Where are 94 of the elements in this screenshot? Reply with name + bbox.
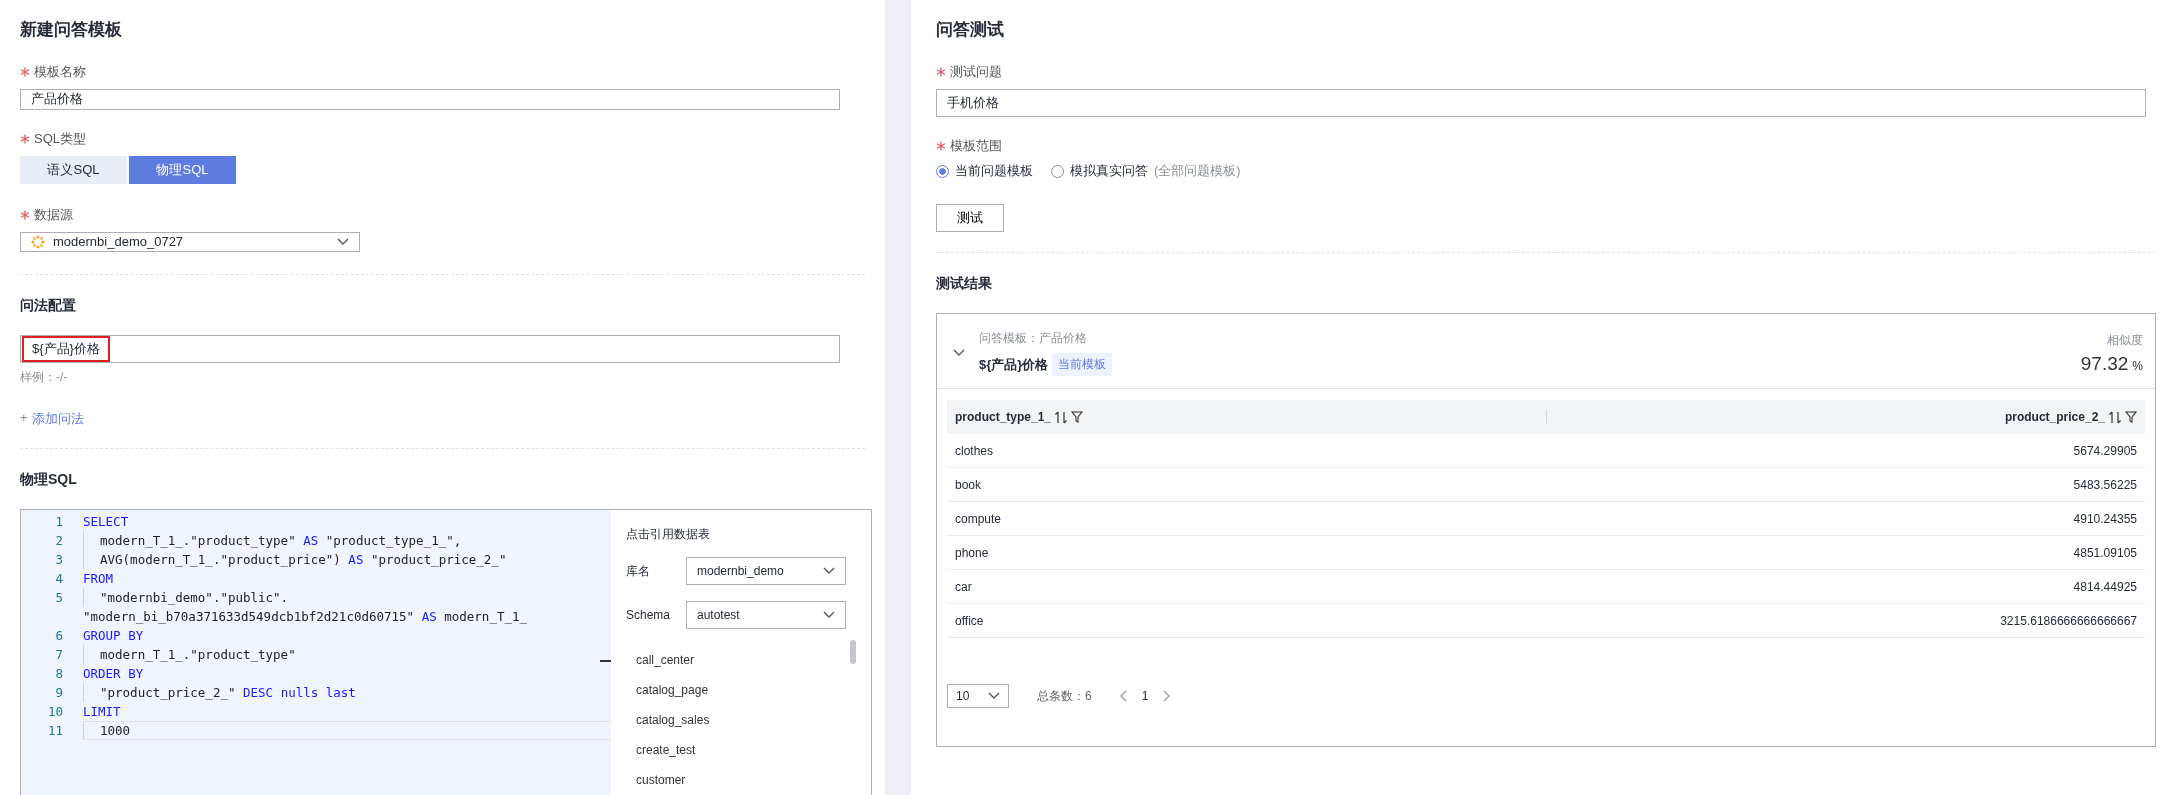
add-phrasing-link[interactable]: + 添加问法	[20, 410, 84, 428]
sort-icon[interactable]	[2108, 410, 2122, 424]
input-field[interactable]: 手机价格	[936, 89, 2146, 117]
code-line: ORDER BY	[83, 665, 145, 683]
code-line: LIMIT	[83, 703, 122, 721]
field-label: 模板范围	[950, 137, 1002, 155]
table-cell-text: compute	[954, 511, 1003, 526]
panel-title: 问答测试	[936, 19, 1004, 41]
line-number: 8	[54, 666, 64, 681]
code-line: AVG(modern_T_1_."product_price") AS "product_price_2_"	[83, 550, 611, 569]
phrase-text: ${产品}价格	[979, 355, 1049, 374]
input-field[interactable]: ${产品}价格	[20, 335, 840, 363]
segment-button[interactable]: 语义SQL	[20, 155, 127, 184]
line-number: 7	[54, 647, 64, 662]
table-cell-text: 3215.6186666666666667	[1999, 613, 2138, 628]
code-line: FROM	[83, 570, 115, 588]
test-button[interactable]: 测试	[936, 204, 1004, 232]
table-cell-text: 4814.44925	[2072, 579, 2138, 594]
segment-button[interactable]: 物理SQL	[129, 155, 236, 184]
radio-button[interactable]	[936, 165, 949, 178]
page-number[interactable]: 1	[1141, 689, 1149, 703]
similarity-value: 97.32	[2080, 352, 2129, 374]
schema-select[interactable]: autotest	[686, 601, 846, 629]
table-cell-text: phone	[954, 545, 990, 560]
column-header[interactable]: product_price_2_	[1545, 410, 2145, 424]
page-size-select[interactable]: 10	[947, 684, 1009, 708]
phrase-token: ${产品}价格	[22, 336, 110, 362]
chevron-down-icon[interactable]	[953, 349, 965, 357]
code-editor[interactable]	[21, 510, 611, 795]
section-title: 测试结果	[936, 275, 992, 293]
database-icon	[31, 234, 45, 249]
unit-text: %	[2132, 358, 2143, 373]
section-title: 物理SQL	[20, 471, 77, 489]
field-label: SQL类型	[34, 129, 86, 148]
column-header[interactable]: product_type_1_	[947, 410, 1546, 424]
database-select[interactable]: modernbi_demo	[686, 557, 846, 585]
table-list-item[interactable]: customer	[626, 765, 848, 795]
filter-icon[interactable]	[2125, 411, 2137, 423]
picker-title: 点击引用数据表	[626, 526, 711, 543]
table-cell-text: 4851.09105	[2072, 545, 2138, 560]
table-list-item[interactable]: create_test	[626, 735, 848, 765]
code-line: "product_price_2_" DESC nulls last	[83, 683, 611, 702]
line-number: 6	[54, 628, 64, 643]
field-label: Schema	[626, 608, 672, 622]
table-cell-text: clothes	[954, 443, 995, 458]
chevron-down-icon	[823, 567, 835, 575]
table-cell-text: car	[954, 579, 973, 594]
previous-page-icon[interactable]	[1119, 690, 1128, 702]
chevron-down-icon	[988, 692, 1000, 700]
table-list-item[interactable]: catalog_sales	[626, 705, 848, 735]
table-cell-text: book	[954, 477, 983, 492]
scrollbar-thumb[interactable]	[850, 640, 856, 664]
line-number: 5	[54, 590, 64, 605]
example-hint: 样例：-/-	[20, 369, 68, 386]
code-line: modern_T_1_."product_type" AS "product_type_1_",	[83, 531, 611, 550]
field-label: 模板名称	[34, 63, 86, 81]
total-count: 总条数：6	[1037, 687, 1092, 705]
radio-label[interactable]: 模拟真实问答	[1070, 163, 1148, 180]
line-number: 2	[54, 533, 64, 548]
table-list-item[interactable]: catalog_page	[626, 675, 848, 705]
code-line: 1000	[83, 721, 611, 740]
table-list-item[interactable]: call_center	[626, 645, 848, 675]
code-line: SELECT	[83, 513, 130, 531]
section-title: 问法配置	[20, 297, 76, 315]
field-label: 库名	[626, 562, 651, 580]
similarity-label: 相似度	[2106, 331, 2143, 349]
code-line: "modernbi_demo"."public".	[83, 588, 611, 607]
radio-note: (全部问题模板)	[1154, 163, 1241, 180]
table-cell-text: 5483.56225	[2072, 477, 2138, 492]
current-template-tag: 当前模板	[1052, 353, 1113, 376]
line-number: 11	[46, 723, 64, 738]
line-number: 9	[54, 685, 64, 700]
line-number: 4	[54, 571, 64, 586]
code-line: GROUP BY	[83, 627, 145, 645]
line-number: 10	[46, 704, 64, 719]
sort-icon[interactable]	[1054, 410, 1069, 424]
template-name: 问答模板：产品价格	[979, 330, 1088, 347]
radio-label[interactable]: 当前问题模板	[955, 163, 1033, 180]
filter-icon[interactable]	[1071, 411, 1084, 423]
line-number: 1	[54, 514, 64, 529]
table-cell-text: office	[954, 613, 985, 628]
datasource-select[interactable]: modernbi_demo_0727	[20, 231, 360, 252]
field-label: 测试问题	[950, 63, 1002, 81]
line-number: 3	[54, 552, 64, 567]
table-cell-text: 4910.24355	[2072, 511, 2138, 526]
next-page-icon[interactable]	[1162, 690, 1171, 702]
chevron-down-icon	[823, 611, 835, 619]
input-field[interactable]: 产品价格	[20, 89, 840, 110]
chevron-down-icon	[337, 237, 349, 246]
field-label: 数据源	[34, 205, 73, 224]
code-line: "modern_bi_b70a371633d549dcb1bf2d21c0d60715" AS modern_T_1_	[83, 608, 529, 626]
panel-title: 新建问答模板	[20, 19, 122, 41]
resize-handle-icon[interactable]	[600, 660, 611, 662]
table-cell-text: 5674.29905	[2072, 443, 2138, 458]
